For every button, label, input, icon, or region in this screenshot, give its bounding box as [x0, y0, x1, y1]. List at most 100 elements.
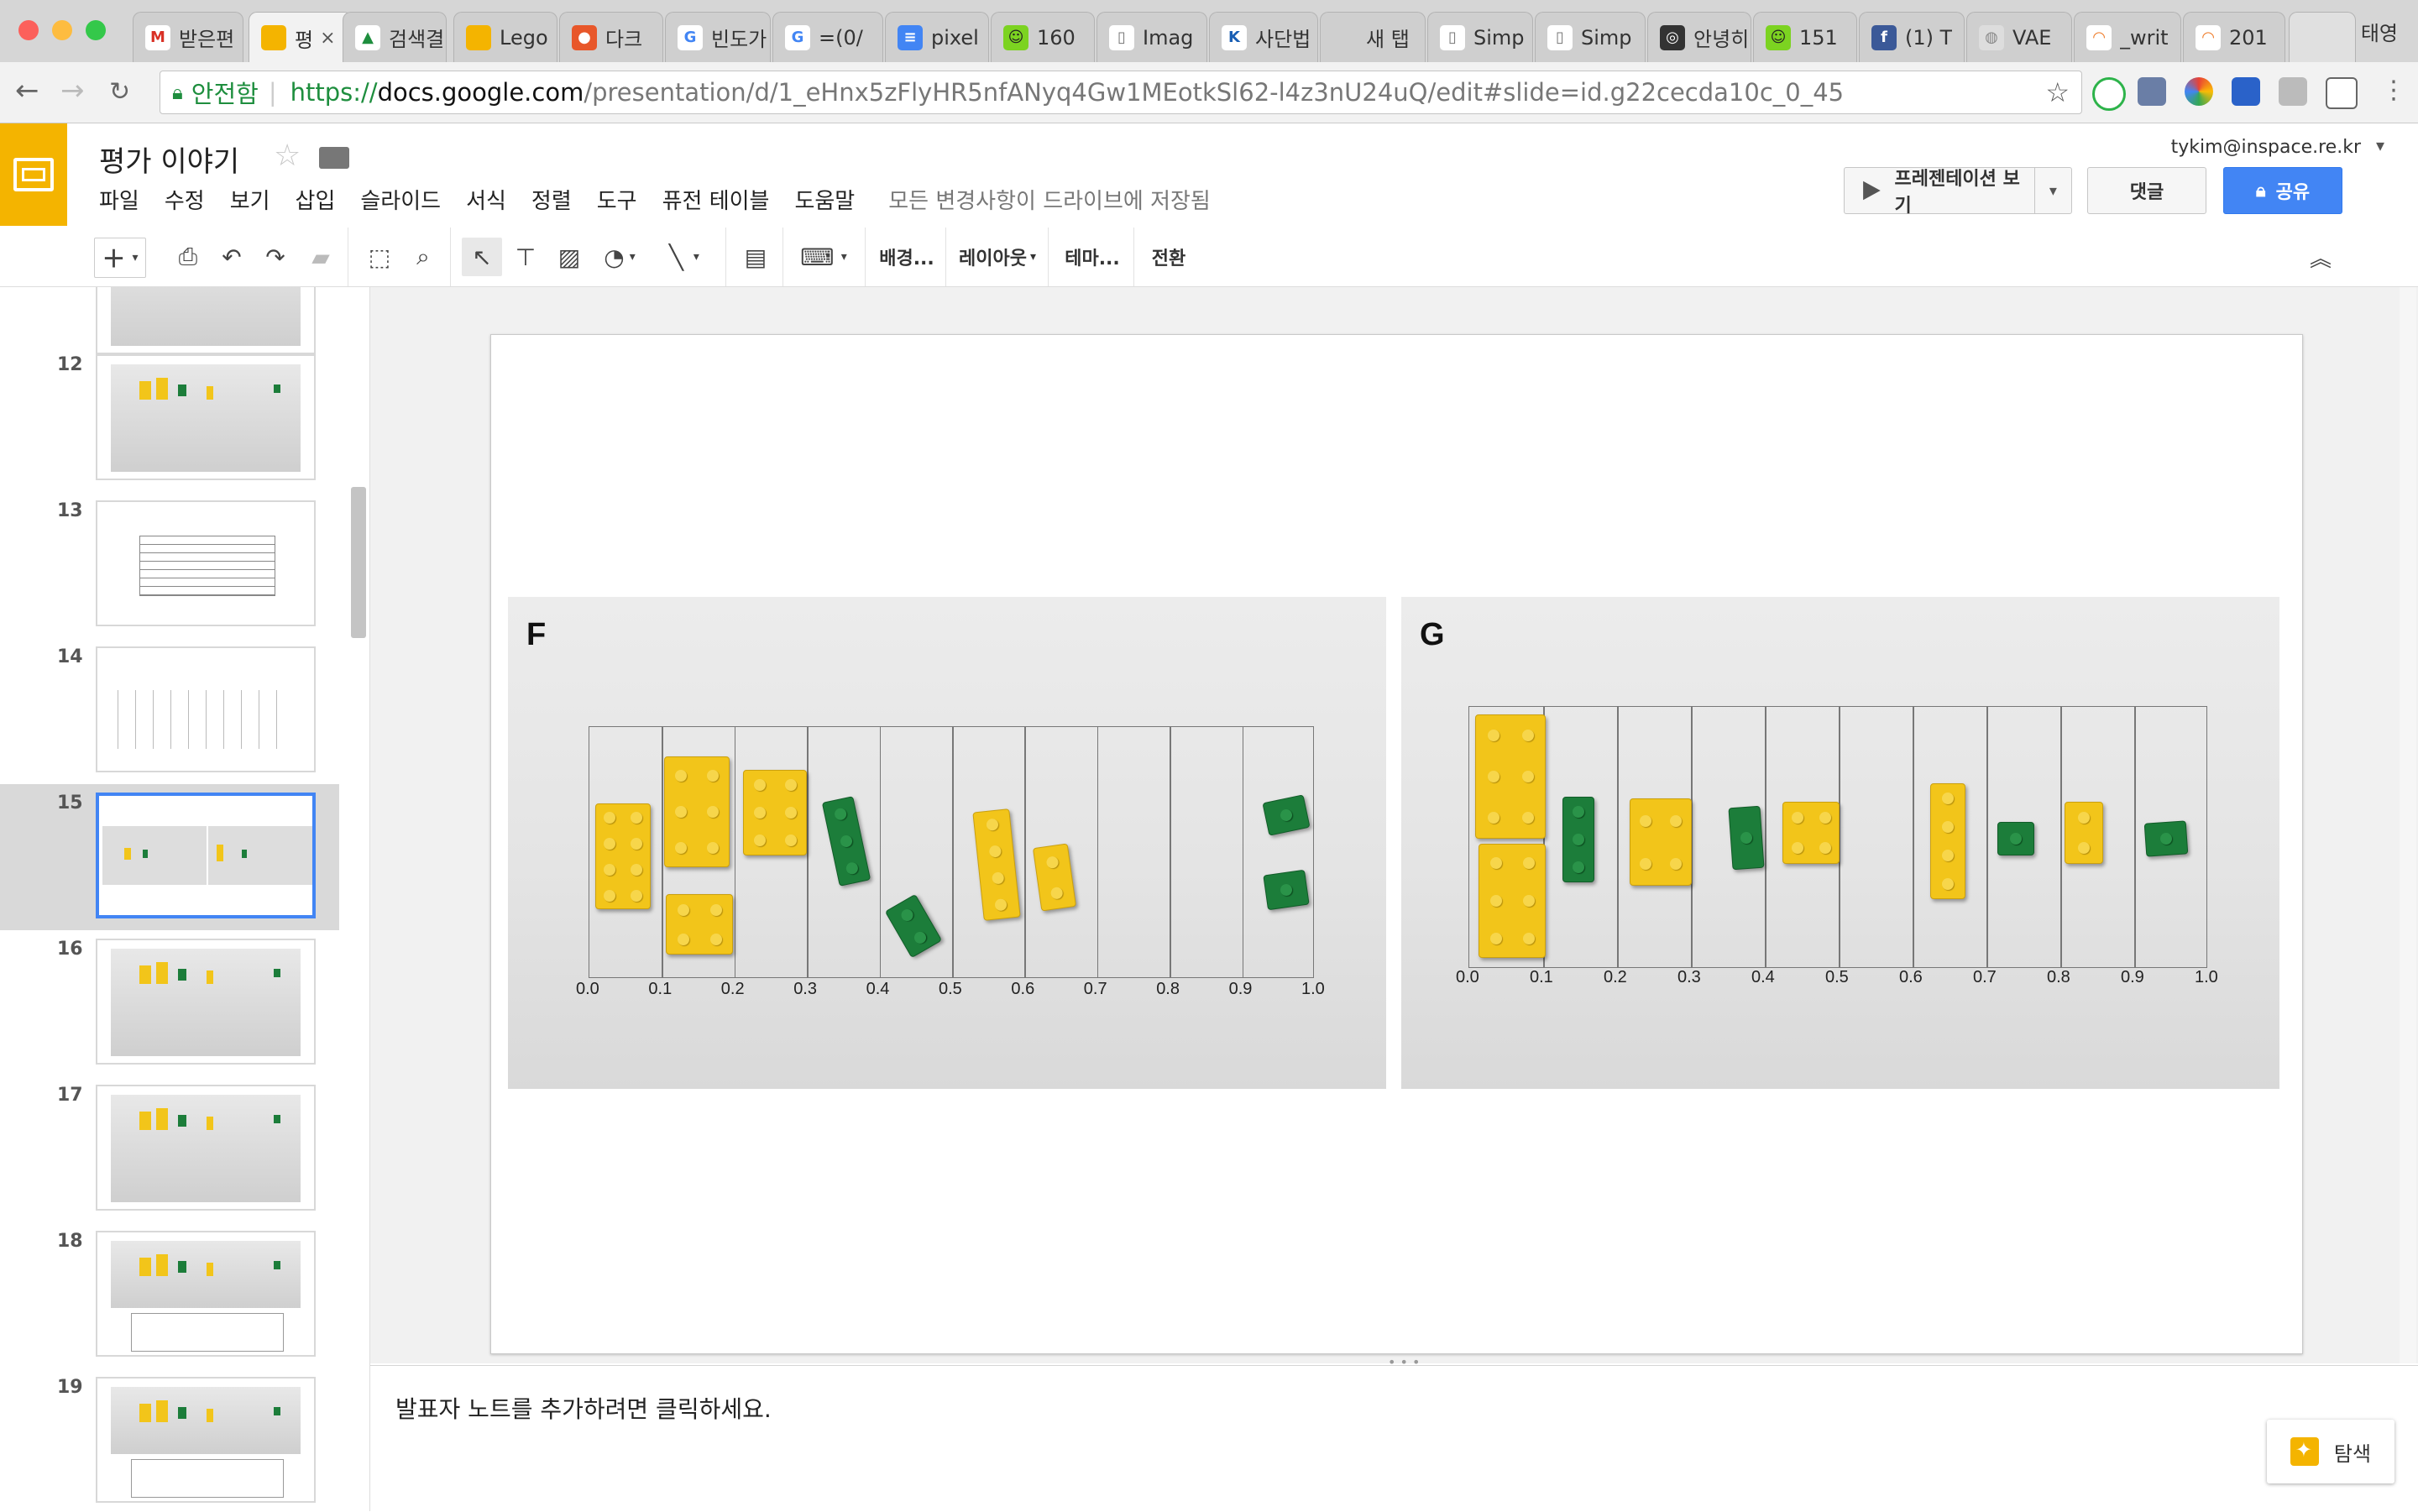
browser-tab[interactable]: ◠ 201	[2183, 12, 2285, 62]
browser-tab[interactable]: ▯ Simp	[1535, 12, 1646, 62]
user-email[interactable]: tykim@inspace.re.kr	[2171, 137, 2361, 158]
present-options-caret-icon[interactable]: ▾	[2035, 182, 2071, 200]
new-tab-button[interactable]	[2289, 12, 2356, 62]
save-status[interactable]: 모든 변경사항이 드라이브에 저장됨	[888, 184, 1211, 215]
account-caret-icon[interactable]: ▾	[2376, 135, 2384, 155]
slide-thumbnail[interactable]	[96, 646, 316, 772]
menu-insert[interactable]: 삽입	[296, 184, 336, 215]
browser-tab[interactable]: 새 탭	[1320, 12, 1426, 62]
explore-button[interactable]: 탐색	[2267, 1420, 2394, 1483]
line-icon[interactable]: ╲ ▾	[655, 238, 714, 276]
slide-number: 15	[57, 793, 83, 814]
undo-icon[interactable]: ↶	[215, 238, 249, 276]
extension-translate-icon[interactable]	[2138, 77, 2166, 106]
menu-view[interactable]: 보기	[230, 184, 270, 215]
browser-tab[interactable]: ◍ VAE	[1966, 12, 2072, 62]
browser-tab[interactable]: ◠ _writ	[2074, 12, 2181, 62]
star-icon[interactable]: ☆	[274, 139, 301, 173]
browser-tab[interactable]: f (1) T	[1859, 12, 1965, 62]
minimize-window-button[interactable]	[52, 20, 72, 40]
menu-edit[interactable]: 수정	[165, 184, 205, 215]
background-button[interactable]: 배경...	[877, 238, 937, 276]
print-icon[interactable]: ⎙	[171, 238, 205, 276]
extension-bookmark-icon[interactable]	[2232, 77, 2260, 106]
browser-tab[interactable]: ▯ Imag	[1096, 12, 1207, 62]
reload-button[interactable]: ↻	[109, 77, 130, 107]
folder-icon[interactable]	[319, 147, 349, 169]
slide-thumbnail[interactable]	[96, 1085, 316, 1211]
browser-tab[interactable]: ☺ 151	[1753, 12, 1857, 62]
menu-arrange[interactable]: 정렬	[531, 184, 572, 215]
browser-tab[interactable]: G =(0/	[772, 12, 883, 62]
collapse-toolbar-icon[interactable]: ︽	[2304, 238, 2337, 276]
menu-tools[interactable]: 도구	[597, 184, 637, 215]
menu-file[interactable]: 파일	[99, 184, 139, 215]
filmstrip-scrollbar[interactable]	[351, 487, 366, 638]
slide-thumbnail[interactable]	[96, 500, 316, 626]
slide-thumbnail[interactable]	[96, 1231, 316, 1357]
extension-color-icon[interactable]	[2185, 77, 2213, 106]
document-title[interactable]: 평가 이야기	[99, 139, 239, 180]
slide-thumbnail[interactable]	[96, 939, 316, 1065]
back-button[interactable]: ←	[15, 74, 39, 107]
browser-tab[interactable]: G 빈도가	[665, 12, 771, 62]
grid-line	[662, 727, 663, 977]
profile-name[interactable]: 태영	[2361, 17, 2398, 46]
slide-canvas[interactable]: F 0.0 0.1 0.2 0.3 0.4 0.5 0.6 0.7 0.8 0.9 1.0 G 0.…	[490, 334, 2303, 1354]
browser-tab[interactable]: ▲ 검색결	[343, 12, 447, 62]
grid-line	[2060, 707, 2062, 967]
paint-format-icon[interactable]: ▰	[304, 238, 338, 276]
redo-icon[interactable]: ↷	[259, 238, 292, 276]
slides-logo-icon[interactable]	[0, 123, 67, 226]
comments-button[interactable]: 댓글	[2087, 167, 2206, 214]
speaker-notes-input[interactable]: 발표자 노트를 추가하려면 클릭하세요.	[395, 1391, 772, 1425]
tab-title: 빈도가	[711, 28, 767, 51]
menu-fusion-tables[interactable]: 퓨전 테이블	[662, 184, 770, 215]
browser-tab[interactable]: ☺ 160	[991, 12, 1095, 62]
lego-photo-g[interactable]: G 0.0 0.1 0.2 0.3 0.4 0.5 0.6 0.7 0.8 0.9 1.0	[1401, 597, 2279, 1089]
menu-slide[interactable]: 슬라이드	[360, 184, 441, 215]
browser-tab[interactable]: ◎ 안녕히	[1647, 12, 1751, 62]
browser-tab[interactable]: M 받은편	[133, 12, 243, 62]
extension-text-icon[interactable]	[2279, 77, 2307, 106]
browser-tab[interactable]: ≡ pixel	[885, 12, 989, 62]
image-icon[interactable]: ▨	[551, 238, 588, 276]
browser-tab[interactable]: ▯ Simp	[1427, 12, 1533, 62]
shape-icon[interactable]: ◔ ▾	[594, 238, 645, 276]
fit-icon[interactable]: ⬚	[361, 238, 398, 276]
theme-button[interactable]: 테마...	[1060, 238, 1125, 276]
browser-tab[interactable]: 평 ×	[249, 12, 353, 63]
bookmark-star-icon[interactable]: ☆	[2045, 76, 2070, 108]
comment-icon[interactable]: ▤	[737, 238, 774, 276]
extension-play-icon[interactable]	[2092, 77, 2126, 111]
select-cursor-icon[interactable]: ↖	[462, 238, 502, 276]
slide-thumbnail[interactable]	[96, 1377, 316, 1503]
menu-help[interactable]: 도움말	[794, 184, 855, 215]
cast-icon[interactable]	[2326, 77, 2358, 109]
layout-button[interactable]: 레이아웃 ▾	[957, 238, 1038, 276]
close-window-button[interactable]	[18, 20, 39, 40]
slide-thumbnail[interactable]	[96, 354, 316, 480]
notes-resize-handle[interactable]: • • •	[1388, 1354, 1420, 1370]
workspace-scrollbar[interactable]	[2400, 287, 2416, 1363]
close-tab-icon[interactable]: ×	[320, 28, 335, 49]
lego-photo-f[interactable]: F 0.0 0.1 0.2 0.3 0.4 0.5 0.6 0.7 0.8 0.9 1.0	[508, 597, 1386, 1089]
yellow-lego-brick	[1930, 783, 1965, 899]
browser-tab[interactable]: K 사단법	[1209, 12, 1318, 62]
new-slide-button[interactable]: ＋ ▾	[94, 238, 146, 278]
slide-thumbnail[interactable]	[96, 287, 316, 354]
menu-format[interactable]: 서식	[466, 184, 506, 215]
zoom-window-button[interactable]	[86, 20, 106, 40]
transition-button[interactable]: 전환	[1145, 238, 1192, 276]
input-tools-icon[interactable]: ⌨ ▾	[794, 238, 853, 276]
browser-menu-icon[interactable]: ⋮	[2381, 76, 2406, 105]
browser-tab[interactable]: ● 다크	[559, 12, 663, 62]
forward-button[interactable]: →	[60, 74, 85, 107]
text-box-icon[interactable]: ⊤	[507, 238, 544, 276]
address-bar[interactable]: 🔒︎ 안전함 | https://docs.google.com/present…	[160, 71, 2082, 114]
browser-tab[interactable]: Lego	[453, 12, 557, 62]
share-button[interactable]: 🔒︎ 공유	[2223, 167, 2342, 214]
present-button[interactable]: 프레젠테이션 보기 ▾	[1844, 167, 2072, 217]
zoom-icon[interactable]: ⌕	[405, 238, 442, 276]
slide-thumbnail[interactable]	[96, 793, 316, 918]
